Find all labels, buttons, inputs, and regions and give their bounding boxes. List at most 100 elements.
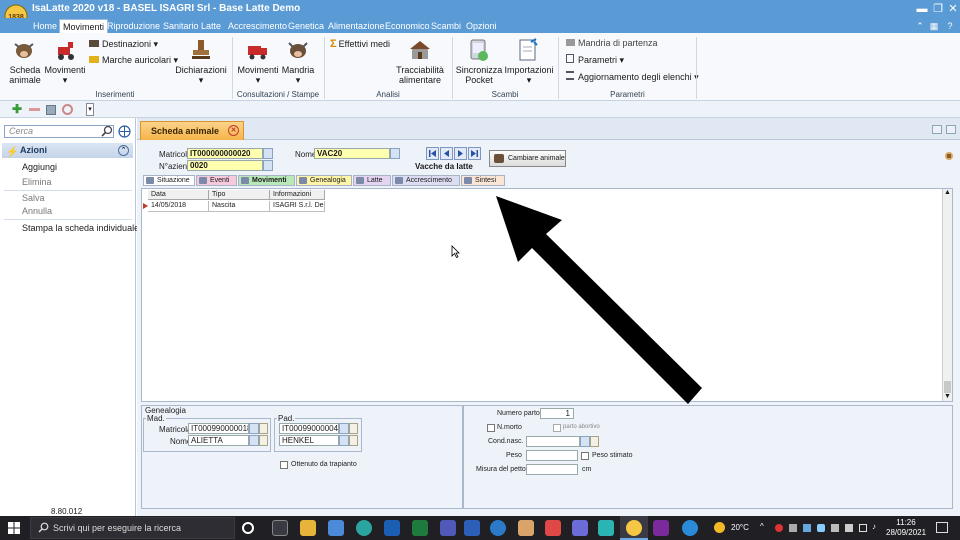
help-app-icon[interactable]: [682, 520, 698, 536]
scroll-up-icon[interactable]: ▲: [944, 189, 951, 196]
nome-dropdown-icon[interactable]: [390, 148, 400, 159]
collapse-azioni-icon[interactable]: ⌃: [118, 145, 129, 156]
close-icon[interactable]: ✕: [945, 1, 960, 17]
subtab-movimenti[interactable]: Movimenti: [238, 175, 295, 186]
parametri-button[interactable]: Parametri ▾: [566, 54, 624, 66]
menu-tab-alimentazione[interactable]: Alimentazione: [325, 19, 388, 33]
nazien-field[interactable]: 0020: [187, 160, 263, 171]
weather-sun-icon[interactable]: [714, 522, 725, 533]
tray-record-icon[interactable]: [775, 524, 783, 532]
task-view-windows-icon[interactable]: [272, 520, 288, 536]
mad-nome-add-icon[interactable]: [259, 435, 268, 446]
azioni-header[interactable]: ⚡ Azioni ⌃: [2, 143, 133, 158]
menu-tab-accrescimento[interactable]: Accrescimento: [225, 19, 290, 33]
pad-nome-field[interactable]: HENKEL: [279, 435, 339, 446]
store-icon[interactable]: [328, 520, 344, 536]
tools-app-icon[interactable]: [572, 520, 588, 536]
pad-matricola-field[interactable]: IT000990000040: [279, 423, 339, 434]
mad-matricola-add-icon[interactable]: [259, 423, 268, 434]
scheda-animale-button[interactable]: [12, 38, 36, 62]
matricola-field[interactable]: IT000000000020: [187, 148, 263, 159]
cond-nasc-add-icon[interactable]: [590, 436, 599, 447]
edge-icon[interactable]: [356, 520, 372, 536]
mandria-button[interactable]: [286, 38, 310, 62]
network-app-icon[interactable]: [490, 520, 506, 536]
menu-tab-movimenti[interactable]: Movimenti: [59, 19, 109, 33]
onenote-icon[interactable]: [653, 520, 669, 536]
tray-app-icon[interactable]: [789, 524, 797, 532]
menu-tab-economico[interactable]: Economico: [382, 19, 433, 33]
word-icon[interactable]: [464, 520, 480, 536]
importazioni-dropdown-icon[interactable]: ▾: [503, 75, 555, 85]
menu-tab-sanitario[interactable]: Sanitario: [160, 19, 202, 33]
search-input[interactable]: Cerca: [4, 125, 114, 138]
download-app-icon[interactable]: [598, 520, 614, 536]
aggiornamento-elenchi-button[interactable]: Aggiornamento degli elenchi ▾: [566, 71, 699, 83]
undo-icon[interactable]: [62, 104, 73, 115]
add-icon[interactable]: ✚: [12, 103, 24, 115]
peso-stimato-checkbox[interactable]: [581, 452, 589, 460]
trapianto-checkbox[interactable]: [280, 461, 288, 469]
windows-start-icon[interactable]: [8, 522, 20, 534]
action-aggiungi[interactable]: Aggiungi: [22, 162, 57, 172]
numero-parto-field[interactable]: 1: [540, 408, 574, 419]
outlook-icon[interactable]: [384, 520, 400, 536]
tray-screen-icon[interactable]: [845, 524, 853, 532]
calculator-icon[interactable]: ▦: [926, 18, 942, 34]
remove-icon[interactable]: [29, 108, 40, 111]
mad-matricola-field[interactable]: IT000990000018: [188, 423, 249, 434]
subtab-latte[interactable]: Latte: [353, 175, 391, 186]
tray-volume-icon[interactable]: ♪: [872, 522, 876, 531]
tab-scheda-animale[interactable]: Scheda animale ✕: [140, 121, 244, 140]
menu-tab-riproduzione[interactable]: Riproduzione: [104, 19, 163, 33]
grid-scrollbar[interactable]: ▲ ▼: [942, 189, 952, 401]
menu-tab-home[interactable]: Home: [30, 19, 60, 33]
prev-record-icon[interactable]: [440, 147, 453, 160]
subtab-situazione[interactable]: Situazione: [143, 175, 195, 186]
parto-abortivo-checkbox[interactable]: [553, 424, 561, 432]
misura-petto-field[interactable]: [526, 464, 578, 475]
cascade-window-icon[interactable]: [946, 125, 956, 134]
excel-icon[interactable]: [412, 520, 428, 536]
attachment-icon[interactable]: [944, 151, 954, 161]
mandria-dropdown-icon[interactable]: ▾: [276, 75, 320, 85]
table-cell[interactable]: Nascita: [209, 201, 270, 212]
dichiarazioni-button[interactable]: [190, 38, 212, 62]
peso-field[interactable]: [526, 450, 578, 461]
menu-tab-scambi[interactable]: Scambi: [428, 19, 464, 33]
tray-cloud-icon[interactable]: [803, 524, 811, 532]
nome-field[interactable]: VAC20: [314, 148, 390, 159]
notification-center-icon[interactable]: [936, 522, 948, 533]
table-cell[interactable]: ISAGRI S.r.l. Demo: [270, 201, 325, 212]
teams-icon[interactable]: [440, 520, 456, 536]
mandria-di-partenza-button[interactable]: Mandria di partenza: [566, 38, 658, 49]
menu-tab-latte[interactable]: Latte: [198, 19, 224, 33]
subtab-sintesi[interactable]: Sintesi: [461, 175, 505, 186]
locate-icon[interactable]: [118, 125, 131, 138]
file-explorer-icon[interactable]: [300, 520, 316, 536]
movimenti-dropdown-icon[interactable]: ▾: [44, 75, 86, 85]
scroll-down-icon[interactable]: ▼: [944, 393, 951, 400]
action-elimina[interactable]: Elimina: [22, 177, 52, 187]
table-cell[interactable]: 14/05/2018: [148, 201, 209, 212]
movimenti-report-button[interactable]: [246, 38, 270, 62]
first-record-icon[interactable]: [426, 147, 439, 160]
marche-auricolari-button[interactable]: Marche auricolari ▾: [89, 55, 178, 66]
effettivi-medi-button[interactable]: Σ Effettivi medi: [330, 39, 390, 50]
tray-wifi-icon[interactable]: [859, 524, 867, 532]
pad-nome-add-icon[interactable]: [349, 435, 358, 446]
action-salva[interactable]: Salva: [22, 193, 45, 203]
subtab-accrescimento[interactable]: Accrescimento: [392, 175, 460, 186]
tile-window-icon[interactable]: [932, 125, 942, 134]
scroll-thumb[interactable]: [944, 381, 951, 393]
tracciabilita-button[interactable]: [408, 38, 432, 62]
mad-matricola-dropdown-icon[interactable]: [249, 423, 259, 434]
sincronizza-pocket-button[interactable]: [468, 38, 490, 62]
menu-tab-opzioni[interactable]: Opzioni: [463, 19, 500, 33]
column-header-tipo[interactable]: Tipo: [209, 190, 270, 200]
cond-nasc-dropdown-icon[interactable]: [580, 436, 590, 447]
isalatte-taskbar-button[interactable]: [620, 516, 648, 540]
minimize-icon[interactable]: ▬: [914, 1, 930, 17]
acrobat-icon[interactable]: [545, 520, 561, 536]
save-icon[interactable]: [46, 105, 56, 115]
